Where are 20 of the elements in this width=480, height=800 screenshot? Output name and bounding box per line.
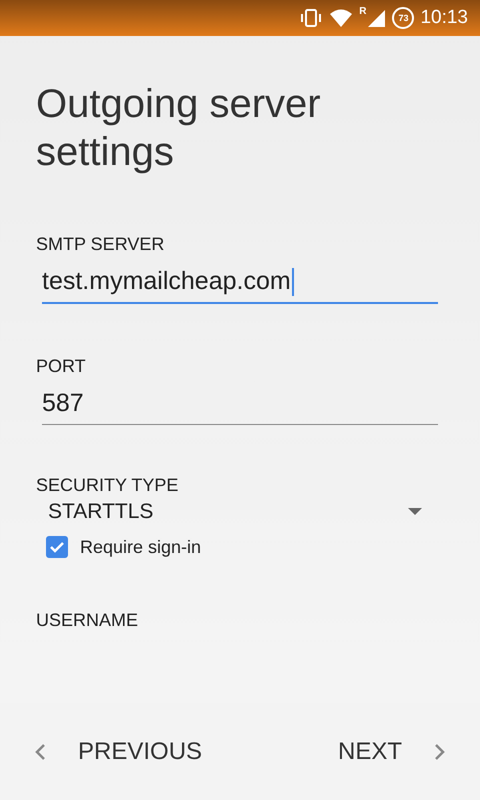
field-label: SECURITY TYPE	[36, 475, 180, 496]
security-dropdown[interactable]: STARTTLS	[48, 500, 422, 524]
field-label: PORT	[36, 356, 87, 377]
previous-button[interactable]: PREVIOUS	[34, 730, 202, 774]
roaming-indicator: R	[359, 6, 366, 17]
field-label: SMTP SERVER	[36, 234, 166, 255]
input-field[interactable]: test.mymailcheap.com	[42, 261, 438, 304]
status-time: 10:13	[420, 7, 468, 29]
battery-indicator: 73	[392, 7, 414, 29]
require-signin-checkbox[interactable]: Require sign-in	[46, 536, 444, 558]
wifi-icon	[329, 8, 354, 28]
signal-icon	[366, 8, 386, 28]
input-field[interactable]: 587	[42, 383, 438, 425]
next-button[interactable]: NEXT	[338, 730, 446, 774]
vibrate-icon	[299, 8, 324, 28]
dropdown-caret-icon	[408, 508, 422, 516]
chevron-right-icon	[434, 742, 446, 760]
page-title: Outgoing server settings	[36, 81, 322, 176]
field-label: USERNAME	[36, 610, 140, 631]
chevron-left-icon	[34, 742, 46, 760]
